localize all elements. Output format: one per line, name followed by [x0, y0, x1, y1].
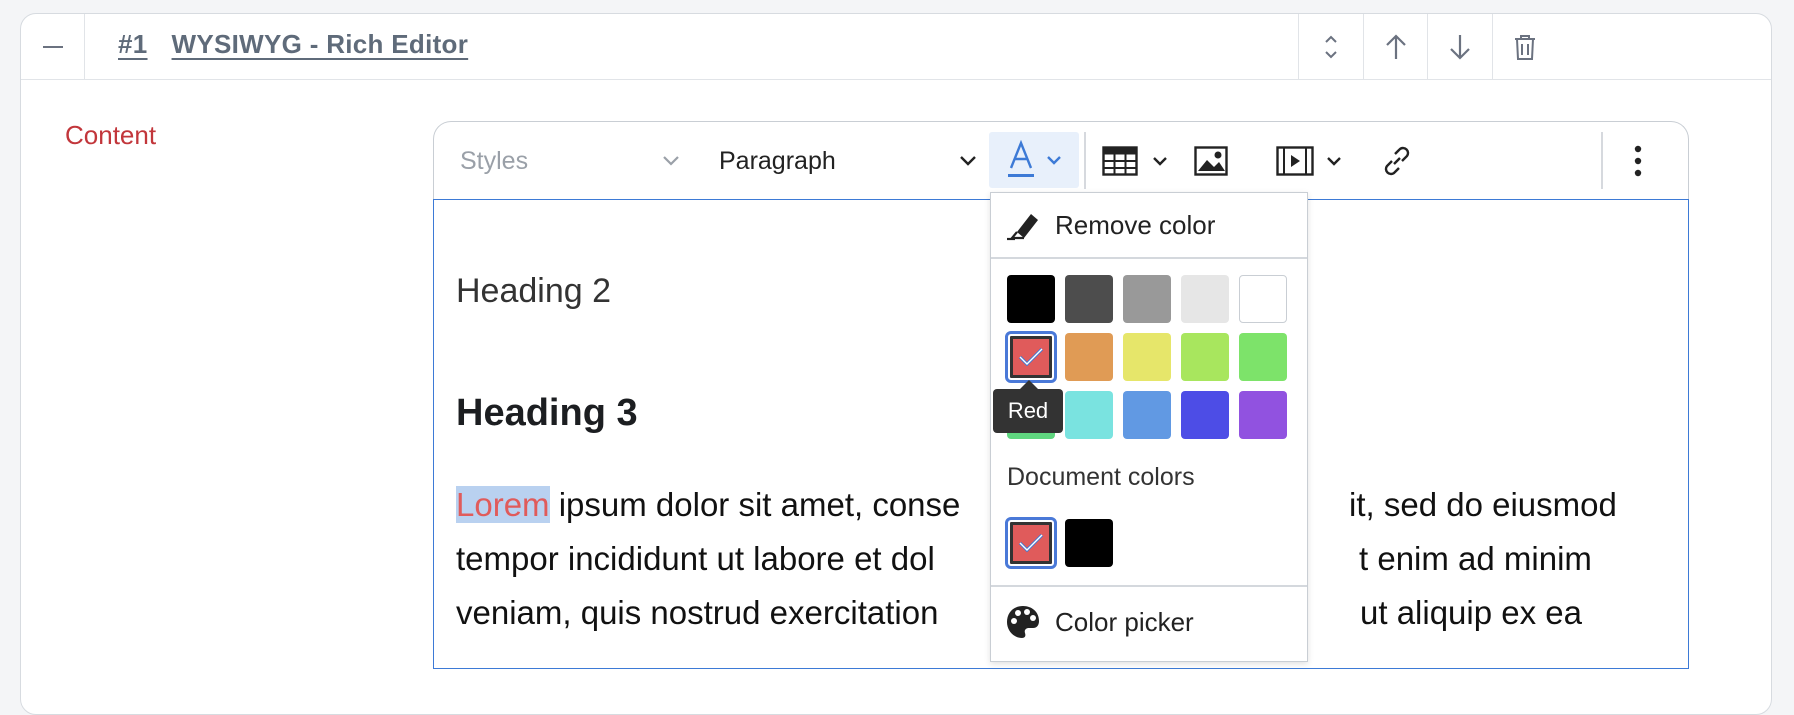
- arrow-down-icon: [1449, 34, 1470, 60]
- styles-dropdown[interactable]: Styles: [460, 122, 680, 200]
- block-header: #1 WYSIWYG - Rich Editor: [21, 14, 1771, 80]
- chevron-down-icon: [1153, 156, 1167, 166]
- move-up-button[interactable]: [1363, 14, 1427, 79]
- color-swatch[interactable]: [1181, 391, 1229, 439]
- paragraph-dropdown[interactable]: Paragraph: [719, 122, 977, 200]
- heading-3: Heading 3: [456, 392, 638, 434]
- remove-color-button[interactable]: Remove color: [991, 193, 1307, 257]
- line-text: veniam, quis nostrud exercitation: [456, 594, 939, 631]
- selected-text: Lorem: [456, 486, 550, 523]
- color-swatch[interactable]: [1065, 275, 1113, 323]
- collapse-button[interactable]: [21, 14, 85, 79]
- styles-dropdown-label: Styles: [460, 146, 529, 175]
- minus-icon: [42, 45, 63, 48]
- heading-2: Heading 2: [456, 272, 612, 310]
- table-icon: [1102, 146, 1138, 176]
- chevron-up-down-icon: [1324, 35, 1337, 58]
- document-colors-label: Document colors: [1007, 463, 1195, 491]
- insert-image-button[interactable]: [1194, 122, 1228, 200]
- checkmark-icon: [1018, 347, 1044, 367]
- image-icon: [1194, 146, 1228, 176]
- color-picker-button[interactable]: Color picker: [991, 587, 1307, 657]
- line-text-right: ut aliquip ex ea: [1360, 594, 1582, 631]
- color-tooltip: Red: [993, 380, 1063, 433]
- block-number: #1: [118, 29, 148, 59]
- field-label: Content: [65, 120, 157, 150]
- block-title[interactable]: #1 WYSIWYG - Rich Editor: [118, 29, 468, 60]
- color-picker-label: Color picker: [1055, 606, 1194, 637]
- trash-icon: [1514, 34, 1535, 60]
- color-swatch[interactable]: [1065, 333, 1113, 381]
- color-swatch[interactable]: [1123, 333, 1171, 381]
- color-swatch[interactable]: [1239, 275, 1287, 323]
- font-color-button[interactable]: [989, 132, 1079, 188]
- color-swatch[interactable]: [1065, 391, 1113, 439]
- line-text: tempor incididunt ut labore et dol: [456, 540, 935, 577]
- more-vertical-icon: [1634, 145, 1642, 177]
- insert-media-button[interactable]: [1276, 122, 1342, 200]
- color-swatch[interactable]: [1065, 519, 1113, 567]
- toolbar-separator: [1601, 132, 1603, 189]
- editor-toolbar: Styles Paragraph: [433, 121, 1689, 199]
- toolbar-separator: [1084, 132, 1086, 189]
- color-swatch[interactable]: [1239, 333, 1287, 381]
- link-icon: [1384, 146, 1410, 176]
- color-swatch[interactable]: [1181, 333, 1229, 381]
- delete-button[interactable]: [1492, 14, 1556, 79]
- remove-color-label: Remove color: [1055, 209, 1216, 240]
- media-icon: [1276, 146, 1314, 176]
- color-swatch[interactable]: [1005, 331, 1057, 383]
- eraser-icon: [1007, 214, 1038, 241]
- move-down-button[interactable]: [1427, 14, 1491, 79]
- color-swatch[interactable]: [1239, 391, 1287, 439]
- paragraph-dropdown-label: Paragraph: [719, 146, 836, 175]
- insert-link-button[interactable]: [1380, 122, 1414, 200]
- arrow-up-icon: [1385, 33, 1406, 59]
- palette-icon: [1007, 606, 1039, 638]
- color-swatch[interactable]: [1123, 391, 1171, 439]
- block-name: WYSIWYG - Rich Editor: [171, 29, 469, 59]
- line-text: ipsum dolor sit amet, conse: [549, 486, 961, 523]
- chevron-down-icon: [1327, 156, 1341, 166]
- color-swatch[interactable]: [1005, 517, 1057, 569]
- checkmark-icon: [1018, 533, 1044, 553]
- color-swatch[interactable]: [1123, 275, 1171, 323]
- chevron-down-icon: [1047, 155, 1061, 165]
- insert-table-button[interactable]: [1102, 122, 1168, 200]
- line-text-right: it, sed do eiusmod: [1349, 486, 1617, 523]
- chevron-down-icon: [663, 156, 679, 166]
- font-color-icon: [1008, 140, 1034, 177]
- more-options-button[interactable]: [1634, 122, 1642, 200]
- panel-divider: [991, 257, 1307, 259]
- reorder-button[interactable]: [1298, 14, 1362, 79]
- chevron-down-icon: [960, 156, 976, 166]
- line-text-right: t enim ad minim: [1359, 540, 1592, 577]
- document-colors: [1005, 517, 1113, 569]
- color-swatch[interactable]: [1007, 275, 1055, 323]
- color-swatch[interactable]: [1181, 275, 1229, 323]
